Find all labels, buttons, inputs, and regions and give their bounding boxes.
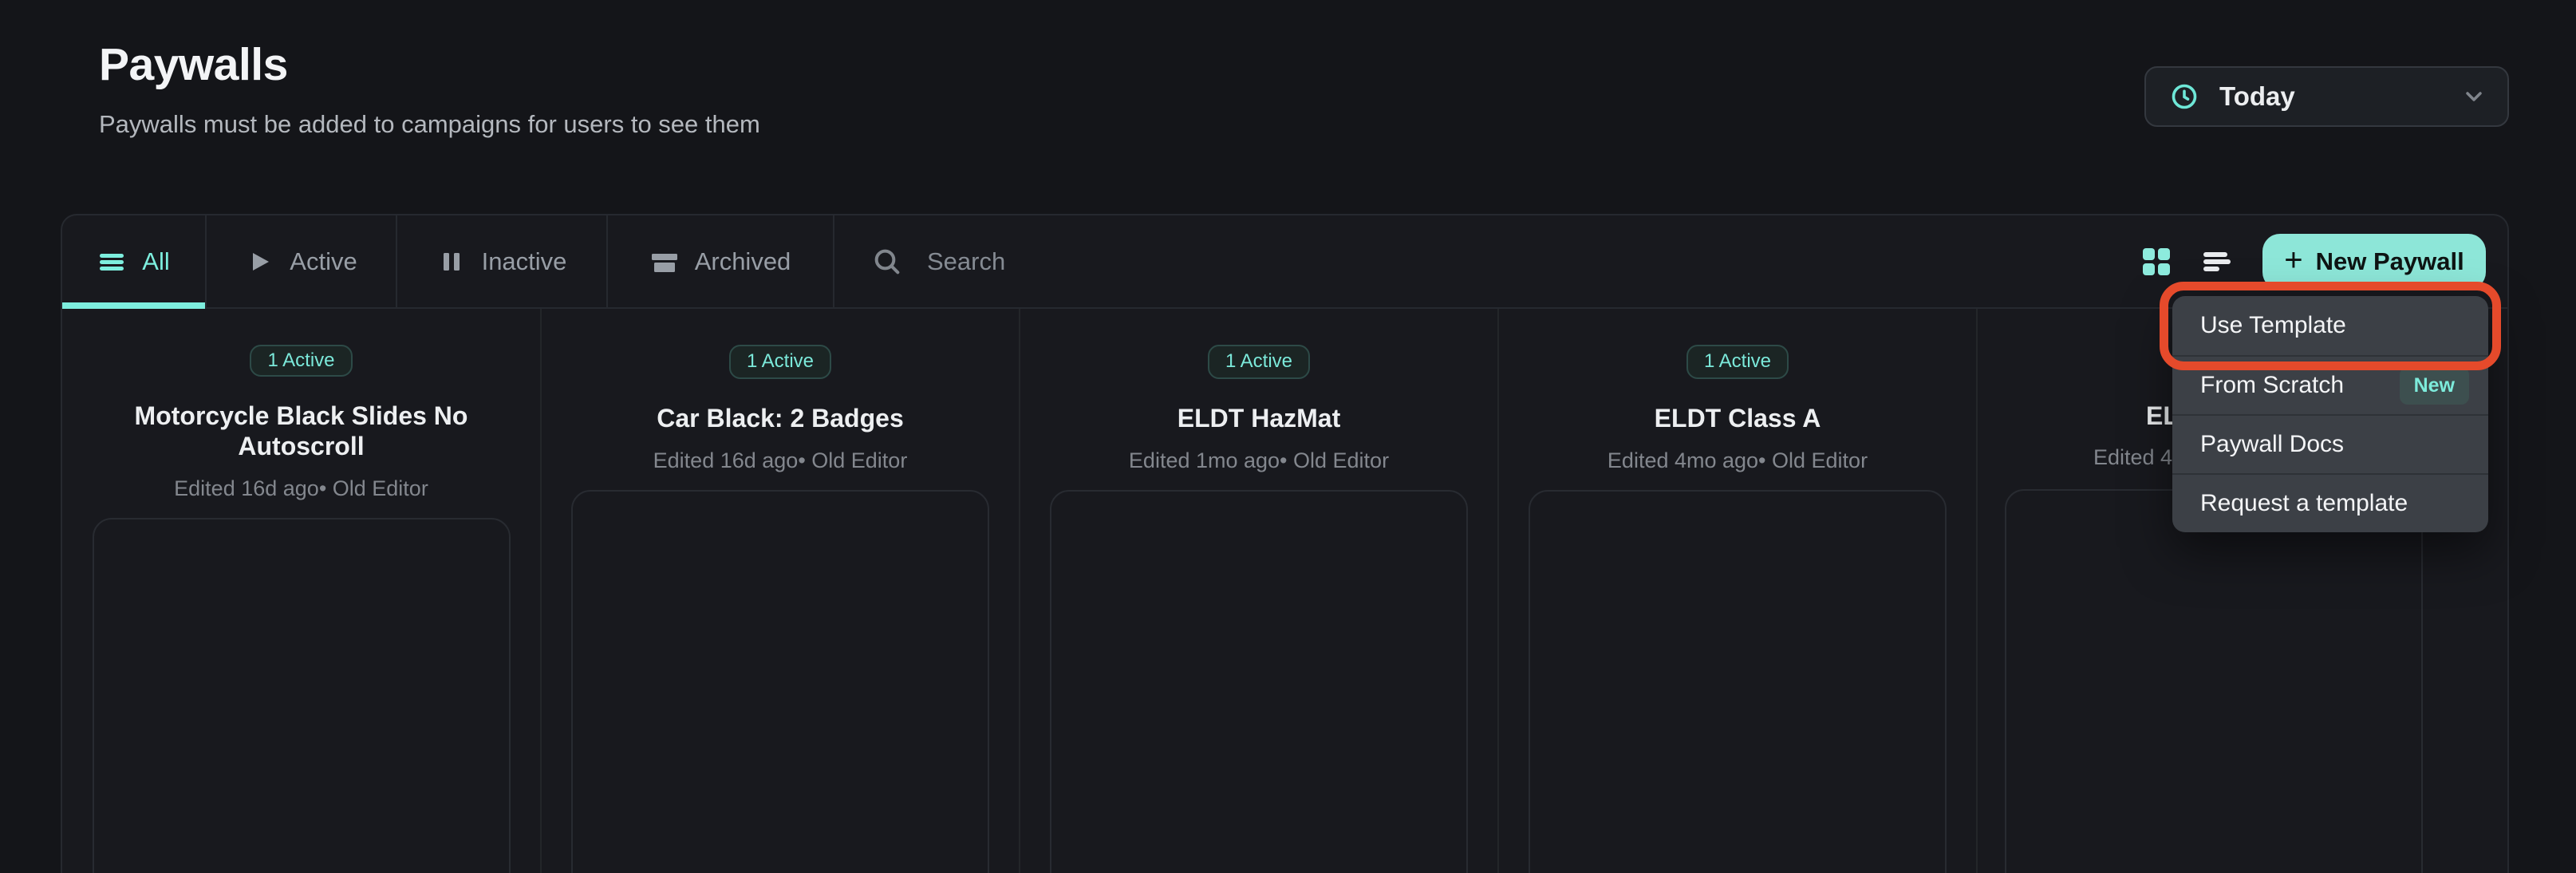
status-badge: 1 Active [729,345,831,379]
play-icon [245,247,274,276]
status-badge: 1 Active [1208,345,1310,379]
tab-label: Archived [695,247,791,276]
search-box [834,215,2141,307]
tab-label: Inactive [482,247,567,276]
paywall-edited-meta: Edited 1mo ago• Old Editor [1129,448,1389,473]
paywall-card[interactable]: 1 Active Motorcycle Black Slides No Auto… [62,309,542,873]
paywall-preview [1050,490,1468,873]
tab-all[interactable]: All [62,215,207,307]
menu-item-use-template[interactable]: Use Template [2172,296,2488,355]
search-input[interactable] [927,247,1406,276]
tab-inactive[interactable]: Inactive [397,215,608,307]
search-icon [871,246,903,278]
menu-item-request-template[interactable]: Request a template [2172,473,2488,532]
paywall-title: Motorcycle Black Slides No Autoscroll [78,401,525,461]
chevron-down-icon [2461,84,2487,109]
rows-view-icon[interactable] [2202,247,2232,277]
paywall-edited-meta: Edited 4mo ago• Old Editor [1608,448,1868,473]
grid-view-icon[interactable] [2141,247,2172,277]
date-filter-dropdown[interactable]: Today [2144,66,2509,127]
menu-item-label: Use Template [2200,312,2346,339]
status-badge: 1 Active [250,345,352,377]
plus-icon: + [2284,244,2302,276]
paywall-edited-meta: Edited 16d ago• Old Editor [653,448,908,473]
menu-item-label: From Scratch [2200,372,2344,399]
status-badge: 1 Active [1686,345,1789,379]
paywall-title: ELDT HazMat [1178,403,1340,433]
menu-item-label: Paywall Docs [2200,431,2344,458]
paywall-preview [2005,489,2423,873]
paywall-card[interactable]: 1 Active ELDT Class A Edited 4mo ago• Ol… [1499,309,1978,873]
tab-label: Active [290,247,357,276]
new-paywall-menu: Use Template From Scratch New Paywall Do… [2172,296,2488,532]
toolbar-actions: + New Paywall [2141,215,2507,307]
paywall-edited-meta: Edited 16d ago• Old Editor [174,476,428,501]
page-subtitle: Paywalls must be added to campaigns for … [99,110,760,139]
tab-bar: All Active Inactive Archived [62,215,2507,309]
clock-icon [2170,82,2199,111]
new-badge: New [2400,367,2469,405]
paywall-card[interactable]: 1 Active ELDT HazMat Edited 1mo ago• Old… [1020,309,1499,873]
paywall-preview [1529,490,1947,873]
menu-item-label: Request a template [2200,490,2408,517]
paywalls-page: Paywalls Paywalls must be added to campa… [0,0,2576,873]
tab-archived[interactable]: Archived [608,215,834,307]
archive-icon [650,247,679,276]
paywall-preview [571,490,989,873]
paywall-card[interactable]: 1 Active Car Black: 2 Badges Edited 16d … [542,309,1020,873]
pause-icon [437,247,466,276]
tab-active[interactable]: Active [207,215,397,307]
paywall-title: ELDT Class A [1655,403,1821,433]
new-paywall-button[interactable]: + New Paywall [2262,234,2486,290]
page-title: Paywalls [99,38,288,91]
paywall-title: Car Black: 2 Badges [657,403,903,433]
paywall-edited-meta-partial: Edited 4 [2093,445,2172,470]
menu-item-from-scratch[interactable]: From Scratch New [2172,355,2488,414]
date-filter-value: Today [2219,81,2461,112]
list-lines-icon [97,247,126,276]
menu-item-paywall-docs[interactable]: Paywall Docs [2172,414,2488,473]
tab-label: All [142,247,169,276]
paywall-preview [93,518,511,873]
new-paywall-label: New Paywall [2316,247,2464,276]
